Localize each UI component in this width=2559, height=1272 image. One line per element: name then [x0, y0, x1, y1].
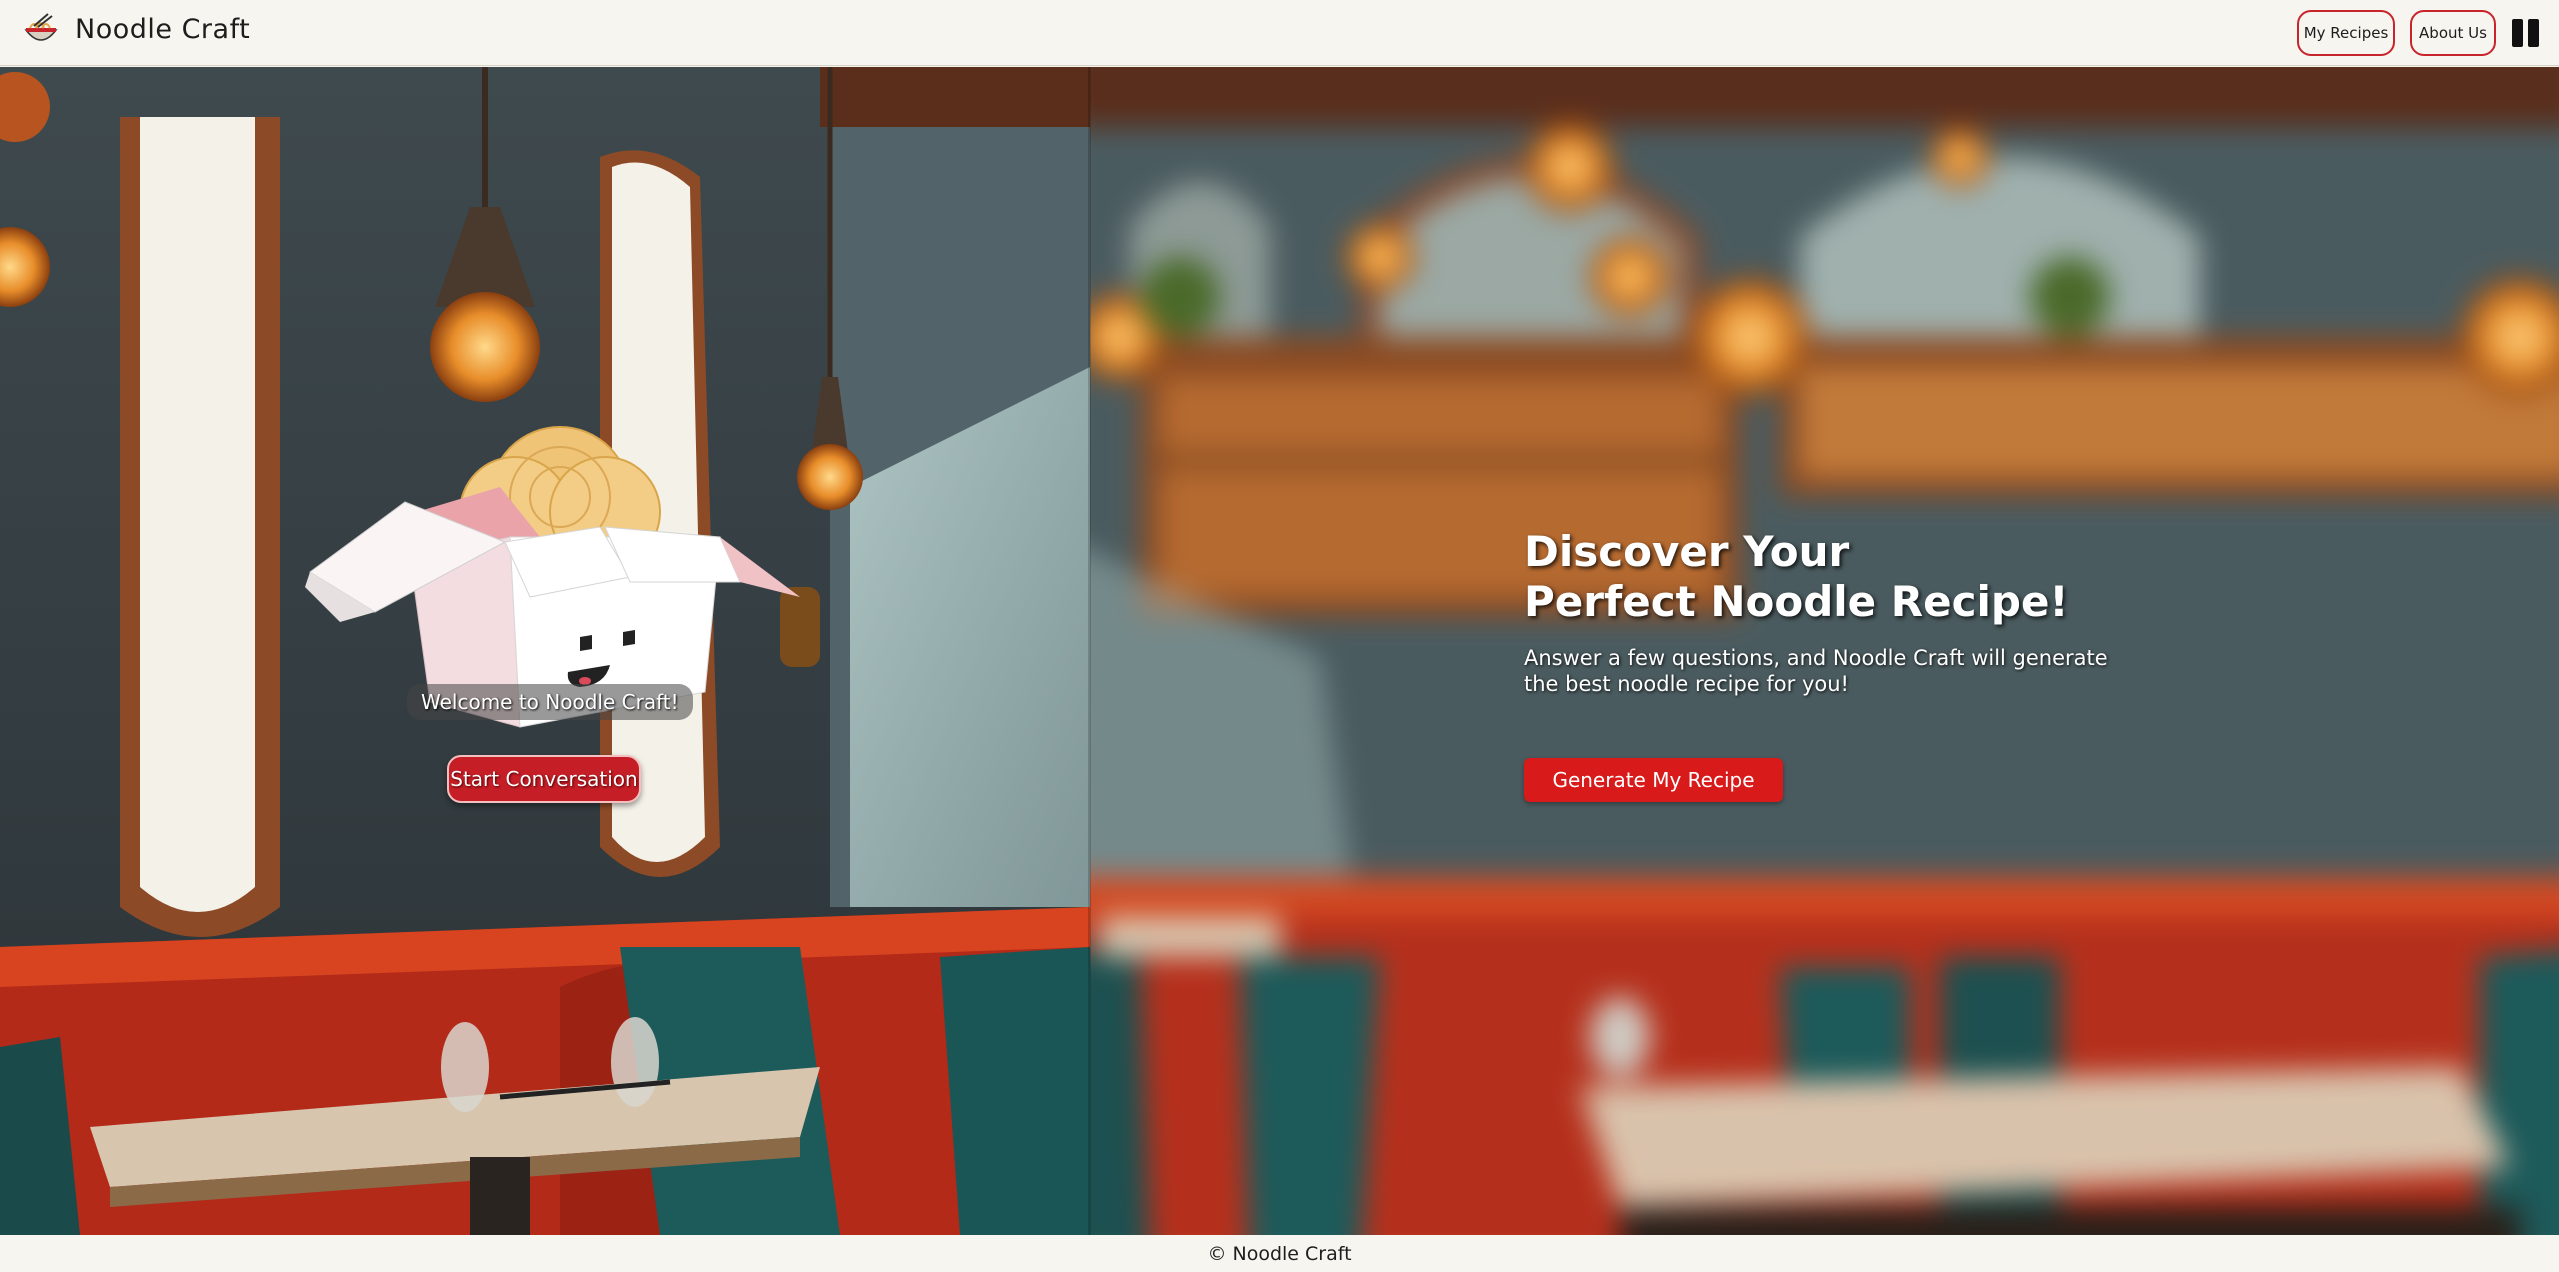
hero-title-line-1: Discover Your	[1524, 527, 1850, 576]
my-recipes-button[interactable]: My Recipes	[2297, 10, 2395, 56]
welcome-message: Welcome to Noodle Craft!	[407, 684, 693, 720]
about-us-button[interactable]: About Us	[2410, 10, 2496, 56]
top-navbar: Noodle Craft My Recipes About Us	[0, 0, 2559, 66]
footer: © Noodle Craft	[0, 1235, 2559, 1272]
hero-title: Discover Your Perfect Noodle Recipe!	[1524, 527, 2124, 627]
restaurant-background-left: Welcome to Noodle Craft! Start Conversat…	[0, 67, 1090, 1235]
noodle-bowl-logo-icon[interactable]	[20, 10, 62, 52]
pane-divider	[1088, 67, 1091, 1235]
hero-subtitle: Answer a few questions, and Noodle Craft…	[1524, 646, 2108, 696]
brand-name[interactable]: Noodle Craft	[75, 14, 250, 45]
hero-section: Welcome to Noodle Craft! Start Conversat…	[0, 67, 2559, 1235]
generate-recipe-button[interactable]: Generate My Recipe	[1524, 758, 1783, 802]
start-conversation-button[interactable]: Start Conversation	[447, 755, 641, 803]
footer-copyright: © Noodle Craft	[1207, 1242, 1352, 1265]
menu-icon[interactable]	[2512, 19, 2540, 47]
hero-title-line-2: Perfect Noodle Recipe!	[1524, 577, 2069, 626]
restaurant-background-right: Discover Your Perfect Noodle Recipe! Ans…	[1090, 67, 2559, 1235]
